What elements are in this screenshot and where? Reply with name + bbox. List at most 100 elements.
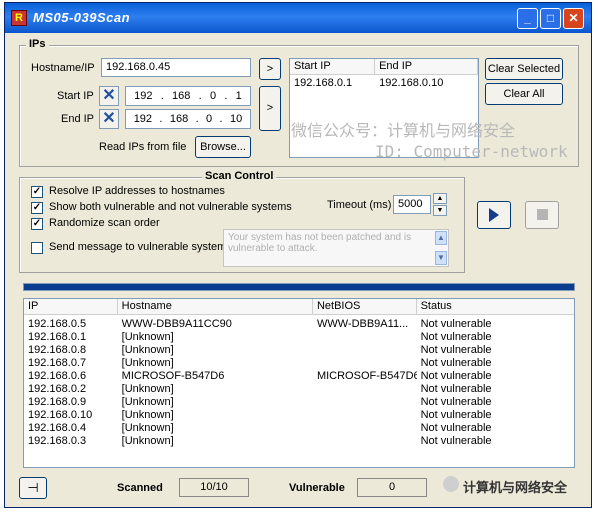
end-ip-octet-2: 168 — [169, 113, 189, 125]
start-ip-label: Start IP — [57, 90, 94, 102]
result-status: Not vulnerable — [420, 318, 492, 330]
col-netbios[interactable]: NetBIOS — [313, 299, 417, 314]
col-status[interactable]: Status — [417, 299, 574, 314]
results-body: 192.168.0.5 WWW-DBB9A11CC90 WWW-DBB9A11...… — [24, 315, 574, 448]
result-ip: 192.168.0.4 — [28, 422, 87, 434]
stop-scan-button[interactable] — [525, 201, 559, 229]
result-ip: 192.168.0.3 — [28, 435, 87, 447]
minimize-button[interactable]: _ — [517, 8, 538, 29]
timeout-label: Timeout (ms) — [327, 199, 392, 211]
result-status: Not vulnerable — [420, 344, 492, 356]
result-ip: 192.168.0.8 — [28, 344, 87, 356]
play-icon — [489, 208, 499, 222]
start-ip-octet-1: 192 — [134, 90, 153, 102]
scan-progress-fill — [24, 284, 574, 290]
resolve-label: Resolve IP addresses to hostnames — [49, 185, 225, 197]
browse-button[interactable]: Browse... — [195, 136, 251, 158]
result-hostname: [Unknown] — [121, 409, 174, 421]
result-status: Not vulnerable — [420, 370, 492, 382]
footer-watermark: 计算机与网络安全 — [463, 480, 568, 495]
result-status: Not vulnerable — [420, 435, 492, 447]
wechat-icon — [443, 476, 459, 492]
timeout-spinner[interactable]: ▲ ▼ — [433, 193, 447, 217]
col-ip[interactable]: IP — [24, 299, 118, 314]
result-netbios: WWW-DBB9A11... — [316, 318, 409, 330]
spin-up-icon[interactable]: ▲ — [433, 193, 447, 204]
result-hostname: [Unknown] — [121, 344, 174, 356]
timeout-input[interactable]: 5000 — [393, 195, 431, 214]
result-row[interactable]: 192.168.0.3 [Unknown] Not vulnerable — [24, 435, 574, 448]
result-hostname: MICROSOF-B547D6 — [121, 370, 225, 382]
app-window: R MS05-039Scan _ □ ✕ IPs Hostname/IP 192… — [4, 2, 592, 508]
add-range-button[interactable]: > — [259, 86, 281, 131]
results-table[interactable]: IP Hostname NetBIOS Status 192.168.0.5 WW… — [23, 298, 575, 468]
result-row[interactable]: 192.168.0.8 [Unknown] Not vulnerable — [24, 344, 574, 357]
result-netbios — [313, 383, 417, 396]
show-both-checkbox[interactable]: ✓ — [31, 202, 43, 214]
add-host-button[interactable]: > — [259, 58, 281, 80]
start-ip-field[interactable]: 192. 168. 0. 1 — [125, 86, 251, 106]
hostname-input[interactable]: 192.168.0.45 — [101, 58, 251, 77]
app-icon: R — [11, 10, 27, 26]
result-status: Not vulnerable — [420, 383, 492, 395]
watermark-line-2: ID: Computer-network — [375, 142, 568, 161]
end-ip-octet-4: 10 — [229, 113, 243, 125]
result-netbios — [313, 409, 417, 422]
result-ip: 192.168.0.2 — [28, 383, 87, 395]
result-status: Not vulnerable — [420, 331, 492, 343]
end-ip-field[interactable]: 192. 168. 0. 10 — [125, 109, 251, 129]
result-netbios — [313, 344, 417, 357]
result-row[interactable]: 192.168.0.4 [Unknown] Not vulnerable — [24, 422, 574, 435]
col-hostname[interactable]: Hostname — [118, 299, 313, 314]
result-ip: 192.168.0.1 — [28, 331, 87, 343]
result-hostname: [Unknown] — [121, 383, 174, 395]
message-textarea[interactable]: Your system has not been patched and is … — [223, 229, 449, 267]
result-row[interactable]: 192.168.0.6 MICROSOF-B547D6 MICROSOF-B547D… — [24, 370, 574, 383]
title-bar[interactable]: R MS05-039Scan _ □ ✕ — [5, 3, 591, 33]
show-both-label: Show both vulnerable and not vulnerable … — [49, 201, 292, 213]
result-row[interactable]: 192.168.0.9 [Unknown] Not vulnerable — [24, 396, 574, 409]
maximize-button[interactable]: □ — [540, 8, 561, 29]
pin-icon[interactable]: ⊣ — [19, 477, 47, 499]
result-netbios — [313, 331, 417, 344]
clear-start-icon[interactable]: ✕ — [99, 86, 119, 106]
scroll-up-icon[interactable]: ▲ — [435, 231, 447, 245]
clear-all-button[interactable]: Clear All — [485, 83, 563, 105]
close-button[interactable]: ✕ — [563, 8, 584, 29]
end-ip-octet-3: 0 — [206, 113, 213, 125]
result-row[interactable]: 192.168.0.2 [Unknown] Not vulnerable — [24, 383, 574, 396]
result-netbios — [313, 357, 417, 370]
start-ip-octet-3: 0 — [209, 90, 217, 102]
watermark-line-1: 微信公众号：计算机与网络安全 — [291, 121, 516, 140]
result-row[interactable]: 192.168.0.7 [Unknown] Not vulnerable — [24, 357, 574, 370]
clear-selected-button[interactable]: Clear Selected — [485, 58, 563, 80]
randomize-checkbox[interactable]: ✓ — [31, 218, 43, 230]
result-row[interactable]: 192.168.0.5 WWW-DBB9A11CC90 WWW-DBB9A11...… — [24, 318, 574, 331]
clear-end-icon[interactable]: ✕ — [99, 109, 119, 129]
col-end-ip[interactable]: End IP — [375, 59, 478, 74]
resolve-checkbox[interactable]: ✓ — [31, 186, 43, 198]
send-message-checkbox[interactable] — [31, 242, 43, 254]
result-ip: 192.168.0.9 — [28, 396, 87, 408]
result-status: Not vulnerable — [420, 357, 492, 369]
randomize-label: Randomize scan order — [49, 217, 160, 229]
result-row[interactable]: 192.168.0.10 [Unknown] Not vulnerable — [24, 409, 574, 422]
range-row[interactable]: 192.168.0.1 192.168.0.10 — [290, 77, 478, 90]
result-hostname: [Unknown] — [121, 435, 174, 447]
scroll-down-icon[interactable]: ▼ — [435, 251, 447, 265]
start-ip-octet-2: 168 — [172, 90, 191, 102]
result-ip: 192.168.0.5 — [28, 318, 87, 330]
result-row[interactable]: 192.168.0.1 [Unknown] Not vulnerable — [24, 331, 574, 344]
result-hostname: [Unknown] — [121, 396, 174, 408]
result-hostname: [Unknown] — [121, 331, 174, 343]
result-netbios — [313, 396, 417, 409]
ip-range-list-header: Start IP End IP — [290, 59, 478, 75]
start-scan-button[interactable] — [477, 201, 511, 229]
spin-down-icon[interactable]: ▼ — [433, 205, 447, 216]
result-ip: 192.168.0.7 — [28, 357, 87, 369]
message-scrollbar[interactable]: ▲ ▼ — [435, 231, 447, 265]
result-status: Not vulnerable — [420, 396, 492, 408]
start-ip-octet-4: 1 — [235, 90, 242, 102]
end-ip-octet-1: 192 — [133, 113, 153, 125]
col-start-ip[interactable]: Start IP — [290, 59, 376, 74]
